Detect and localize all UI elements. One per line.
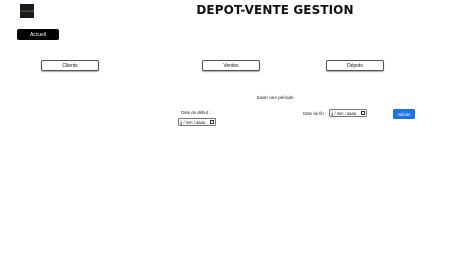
period-prompt: Saisir une période	[256, 95, 294, 100]
calendar-icon[interactable]	[360, 111, 365, 115]
submit-button[interactable]: Valider	[393, 109, 415, 119]
start-date-input[interactable]: jj / mm / aaaa	[178, 118, 216, 126]
start-date-placeholder: jj / mm / aaaa	[180, 119, 206, 125]
page-title: DEPOT-VENTE GESTION	[196, 3, 354, 17]
brand-logo: Lamaison	[20, 4, 34, 18]
home-button[interactable]: Accueil	[17, 29, 59, 40]
clients-button[interactable]: Clients	[41, 60, 99, 71]
end-date-input[interactable]: jj / mm / aaaa	[329, 109, 367, 117]
depots-button[interactable]: Dépots	[326, 60, 384, 71]
end-date-label: Date de fin :	[303, 111, 327, 116]
end-date-placeholder: jj / mm / aaaa	[331, 110, 357, 116]
calendar-icon[interactable]	[209, 120, 214, 124]
start-date-label: Date de début :	[181, 110, 211, 115]
ventes-button[interactable]: Ventes	[202, 60, 260, 71]
brand-logo-text: Lamaison	[19, 9, 35, 13]
